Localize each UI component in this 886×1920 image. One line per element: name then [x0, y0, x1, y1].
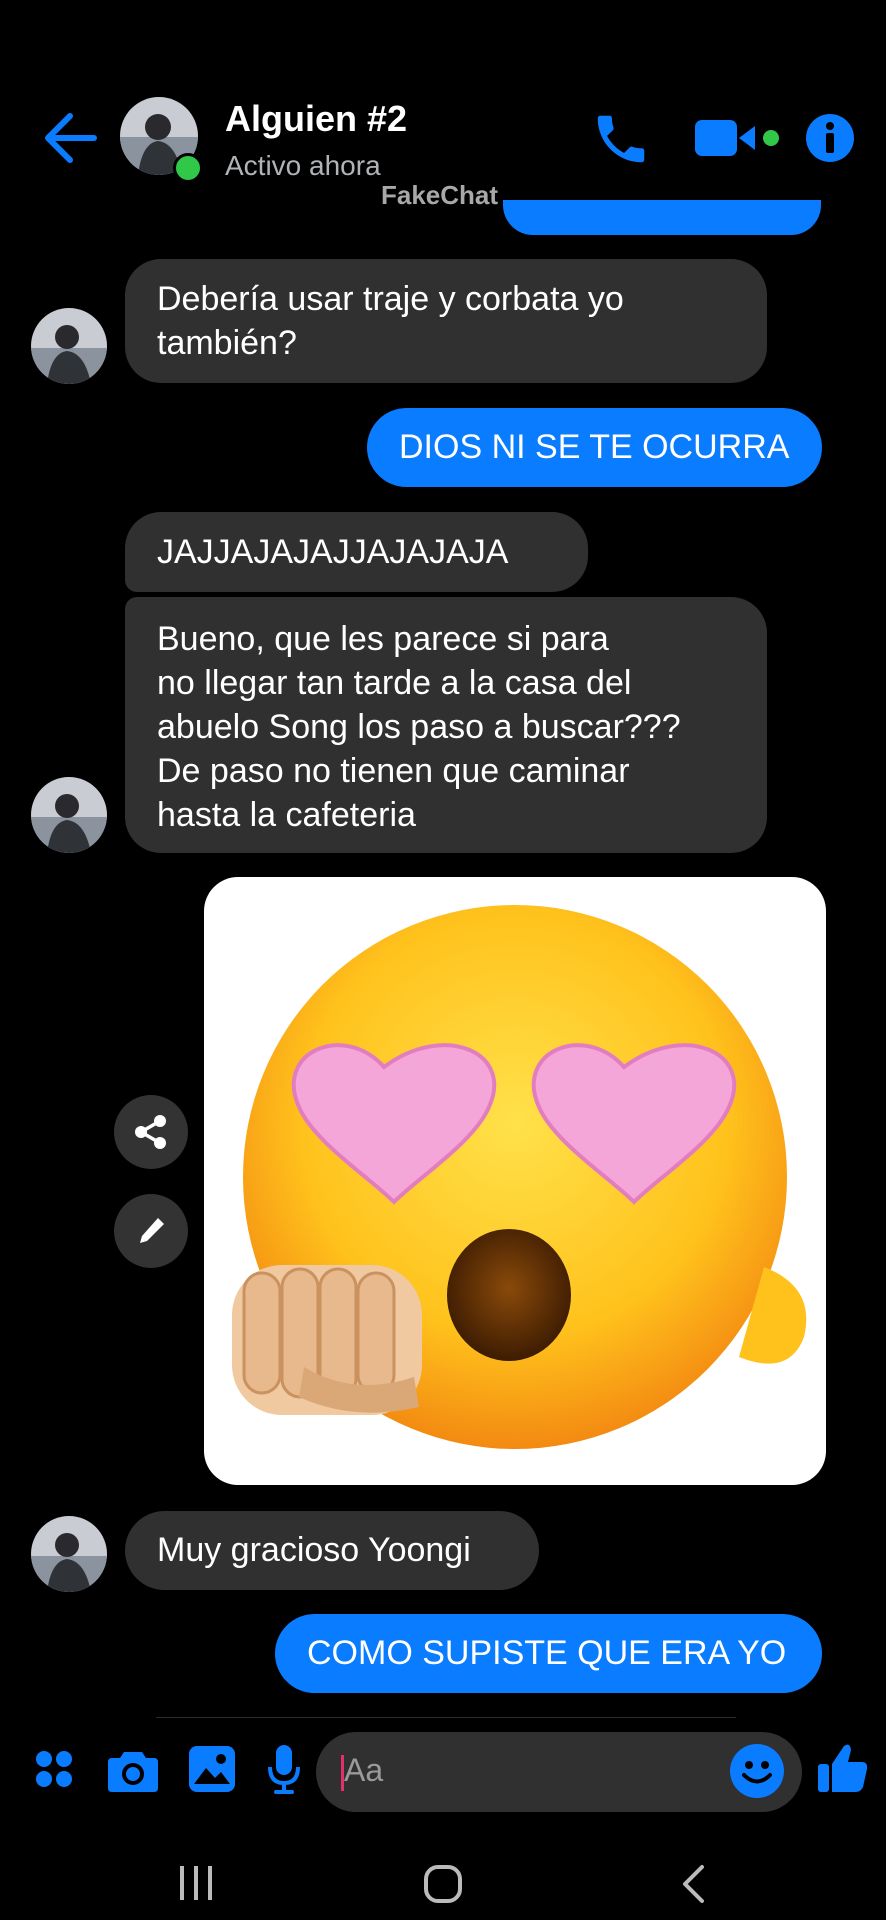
outgoing-message[interactable]: DIOS NI SE TE OCURRA: [367, 408, 822, 487]
chat-header: Alguien #2 Activo ahora: [0, 0, 886, 200]
online-indicator: [173, 153, 203, 183]
pencil-icon: [140, 1218, 164, 1243]
heart-eyes-emoji-image: [232, 905, 807, 1449]
contact-name[interactable]: Alguien #2: [225, 98, 407, 140]
outgoing-message[interactable]: COMO SUPISTE QUE ERA YO: [275, 1614, 822, 1693]
emoji-icon[interactable]: [730, 1744, 784, 1798]
phone-call-icon[interactable]: [590, 108, 652, 170]
watermark: FakeChat: [381, 180, 499, 210]
sender-avatar[interactable]: [31, 1516, 107, 1592]
composer-divider: [156, 1717, 736, 1718]
contact-status: Activo ahora: [225, 150, 381, 181]
apps-icon[interactable]: [34, 1749, 74, 1789]
home-icon[interactable]: [423, 1864, 463, 1904]
recent-apps-icon[interactable]: [178, 1866, 214, 1900]
sender-avatar[interactable]: [31, 308, 107, 384]
incoming-message[interactable]: Bueno, que les parece si para no llegar …: [125, 597, 767, 853]
camera-icon[interactable]: [108, 1748, 158, 1792]
edit-button[interactable]: [114, 1194, 188, 1268]
image-message[interactable]: [204, 877, 826, 1485]
partial-message-bubble: [503, 195, 821, 235]
back-nav-icon[interactable]: [680, 1864, 706, 1904]
like-icon[interactable]: [818, 1742, 868, 1794]
incoming-message[interactable]: JAJJAJAJAJJAJAJAJA: [125, 512, 588, 592]
video-call-icon[interactable]: [695, 116, 785, 160]
gallery-icon[interactable]: [189, 1746, 235, 1792]
share-button[interactable]: [114, 1095, 188, 1169]
info-icon[interactable]: [805, 113, 855, 163]
sender-avatar[interactable]: [31, 777, 107, 853]
share-icon: [135, 1115, 166, 1149]
incoming-message[interactable]: Muy gracioso Yoongi: [125, 1511, 539, 1590]
microphone-icon[interactable]: [268, 1745, 300, 1795]
system-navigation-bar: [0, 1840, 886, 1920]
incoming-message[interactable]: Debería usar traje y corbata yo también?: [125, 259, 767, 383]
message-input-placeholder: Aa: [344, 1752, 384, 1788]
back-arrow-icon[interactable]: [40, 110, 100, 166]
